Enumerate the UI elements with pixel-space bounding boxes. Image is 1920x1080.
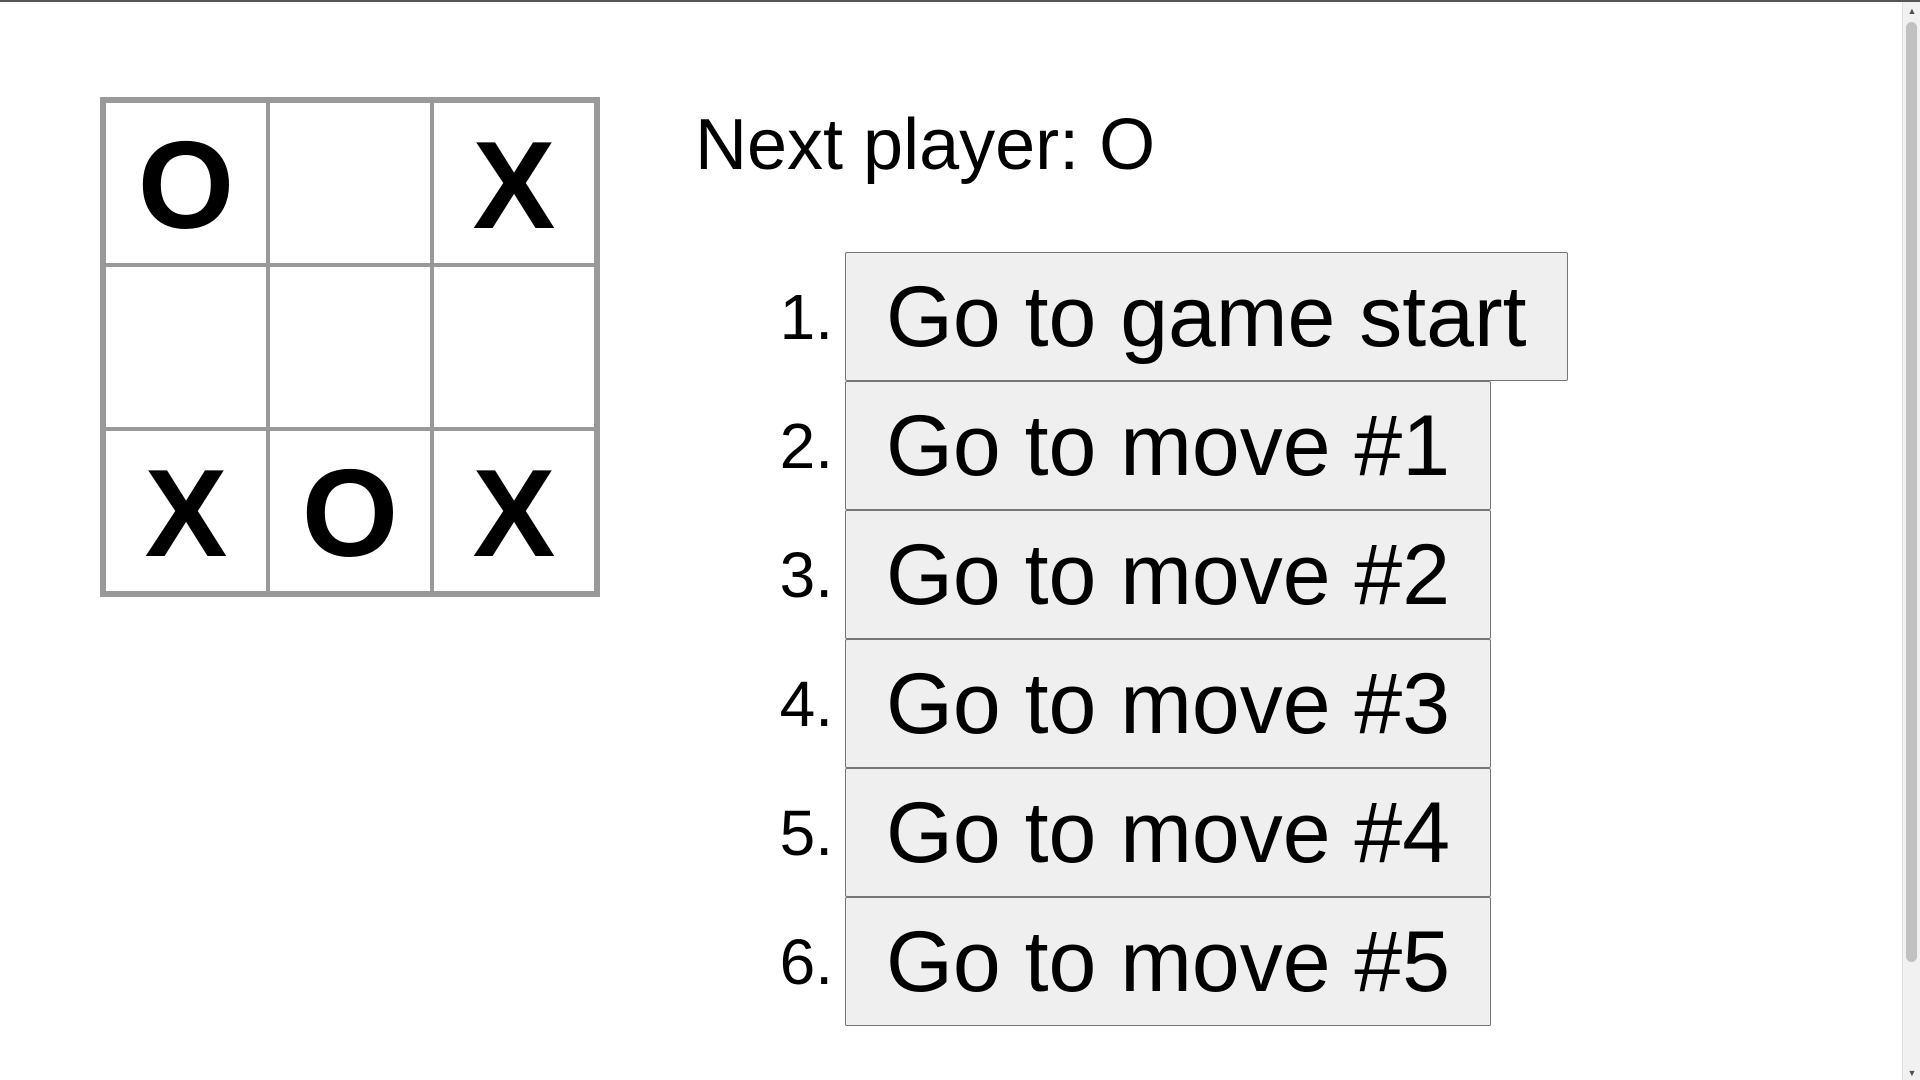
move-list-item: 2. Go to move #1 bbox=[760, 381, 1568, 510]
go-to-move-4-button[interactable]: Go to move #4 bbox=[845, 768, 1492, 897]
game-page: O X X O X Next player: O 1. Go to game s… bbox=[0, 0, 1920, 1080]
go-to-move-5-button[interactable]: Go to move #5 bbox=[845, 897, 1492, 1026]
next-player-status: Next player: O bbox=[695, 105, 1156, 185]
move-list-item: 1. Go to game start bbox=[760, 252, 1568, 381]
board-square-5[interactable] bbox=[432, 265, 596, 429]
board-square-2[interactable]: X bbox=[432, 101, 596, 265]
board-square-1[interactable] bbox=[268, 101, 432, 265]
game-board: O X X O X bbox=[100, 97, 600, 597]
board-square-0[interactable]: O bbox=[104, 101, 268, 265]
move-list-item: 3. Go to move #2 bbox=[760, 510, 1568, 639]
go-to-game-start-button[interactable]: Go to game start bbox=[845, 252, 1568, 381]
move-number: 2. bbox=[779, 409, 833, 482]
move-number: 1. bbox=[779, 280, 833, 353]
move-list-item: 6. Go to move #5 bbox=[760, 897, 1568, 1026]
board-square-8[interactable]: X bbox=[432, 429, 596, 593]
move-number: 4. bbox=[779, 667, 833, 740]
move-number: 6. bbox=[779, 925, 833, 998]
go-to-move-3-button[interactable]: Go to move #3 bbox=[845, 639, 1492, 768]
move-number: 3. bbox=[779, 538, 833, 611]
board-square-4[interactable] bbox=[268, 265, 432, 429]
move-number: 5. bbox=[779, 796, 833, 869]
board-square-7[interactable]: O bbox=[268, 429, 432, 593]
scroll-up-arrow-icon[interactable]: ▲ bbox=[1903, 2, 1920, 20]
vertical-scrollbar[interactable]: ▲ ▼ bbox=[1902, 2, 1920, 1080]
board-square-6[interactable]: X bbox=[104, 429, 268, 593]
move-history-list: 1. Go to game start 2. Go to move #1 3. … bbox=[760, 252, 1568, 1026]
scrollbar-thumb[interactable] bbox=[1906, 22, 1917, 962]
scroll-down-arrow-icon[interactable]: ▼ bbox=[1903, 1064, 1920, 1080]
board-square-3[interactable] bbox=[104, 265, 268, 429]
go-to-move-1-button[interactable]: Go to move #1 bbox=[845, 381, 1492, 510]
move-list-item: 5. Go to move #4 bbox=[760, 768, 1568, 897]
move-list-item: 4. Go to move #3 bbox=[760, 639, 1568, 768]
go-to-move-2-button[interactable]: Go to move #2 bbox=[845, 510, 1492, 639]
